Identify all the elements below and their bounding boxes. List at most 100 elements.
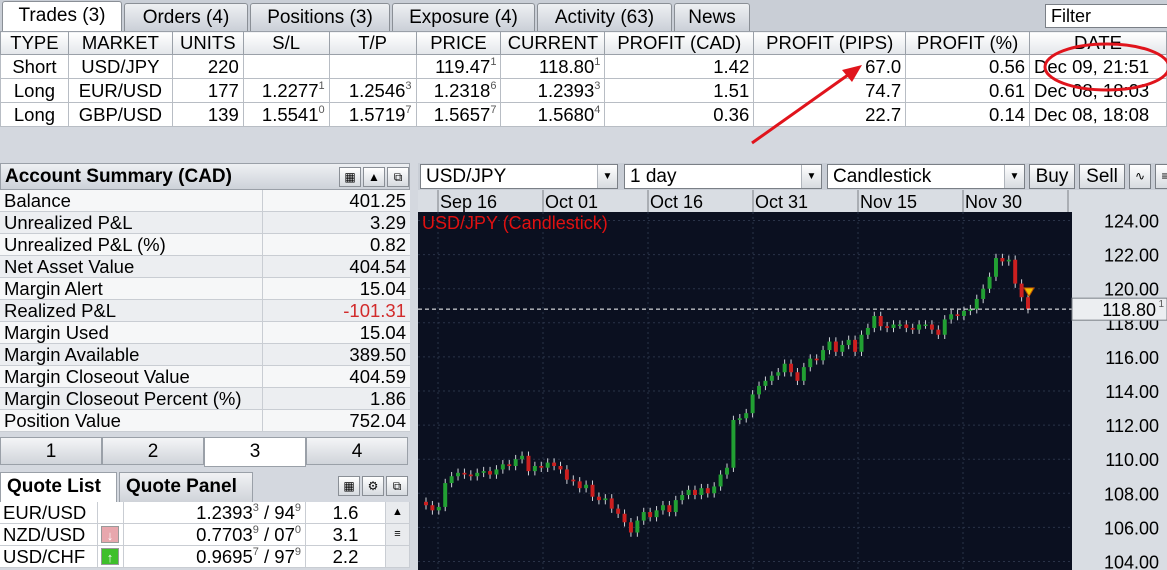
panel-tab-1[interactable]: 1 xyxy=(0,437,102,465)
candle-body xyxy=(897,324,902,327)
account-row-value: 752.04 xyxy=(263,410,410,431)
candle-body xyxy=(507,464,512,467)
collapse-icon[interactable]: ▲ xyxy=(363,167,385,187)
candle-body xyxy=(680,494,685,501)
tab-quote-list[interactable]: Quote List xyxy=(0,472,117,502)
trade-row[interactable]: Long GBP/USD 139 1.55410 1.57197 1.56577 1.568… xyxy=(0,102,1167,127)
tab-activity[interactable]: Activity (63) xyxy=(537,3,672,32)
account-row-value: 404.59 xyxy=(263,366,410,387)
candle-body xyxy=(494,469,499,475)
account-row-value: 15.04 xyxy=(263,322,410,343)
trade-cell-units: 220 xyxy=(171,54,244,79)
candle-body xyxy=(801,367,806,381)
trade-cell-sl: 1.22771 xyxy=(242,78,330,103)
popout-icon[interactable]: ⧉ xyxy=(386,476,408,496)
trade-cell-profit-pips: 67.0 xyxy=(753,54,907,79)
buy-button[interactable]: Buy xyxy=(1029,164,1075,189)
calculator-icon[interactable]: ▦ xyxy=(339,167,361,187)
tab-quote-panel[interactable]: Quote Panel xyxy=(119,472,253,502)
trade-cell-tp: 1.57197 xyxy=(328,102,417,127)
account-row-label: Net Asset Value xyxy=(0,256,263,277)
col-current[interactable]: CURRENT xyxy=(500,31,606,55)
scroll-up-icon[interactable]: ▲ xyxy=(386,502,410,524)
col-market[interactable]: MARKET xyxy=(67,31,173,55)
candle-body xyxy=(622,513,627,523)
tab-trades[interactable]: Trades (3) xyxy=(2,1,122,32)
trade-value: Long xyxy=(13,79,56,101)
candle-body xyxy=(609,498,614,509)
account-row-value: 15.04 xyxy=(263,278,410,299)
instrument-select[interactable]: USD/JPY ▼ xyxy=(420,164,618,189)
tab-exposure[interactable]: Exposure (4) xyxy=(392,3,535,32)
x-tick-label: Nov 30 xyxy=(965,192,1022,212)
account-row: Net Asset Value 404.54 xyxy=(0,256,410,278)
arrow-up-icon: ↑ xyxy=(101,548,119,565)
trade-value: 118.80 xyxy=(539,55,595,77)
timeframe-select[interactable]: 1 day ▼ xyxy=(624,164,822,189)
account-row-label: Balance xyxy=(0,190,263,211)
candle-body xyxy=(577,481,582,489)
popout-icon[interactable]: ⧉ xyxy=(387,167,409,187)
chart-type-select-value: Candlestick xyxy=(833,166,932,187)
quote-bid: 0.7703 xyxy=(196,524,253,545)
candle-body xyxy=(987,276,992,289)
col-profit-pct[interactable]: PROFIT (%) xyxy=(905,31,1031,55)
tab-positions[interactable]: Positions (3) xyxy=(250,3,390,32)
candle-body xyxy=(949,314,954,320)
account-row: Margin Available 389.50 xyxy=(0,344,410,366)
trade-cell-date: Dec 09, 21:51 xyxy=(1029,54,1167,79)
filter-input[interactable]: Filter xyxy=(1045,4,1167,28)
col-price[interactable]: PRICE xyxy=(415,31,502,55)
trade-cell-profit-cad: 1.51 xyxy=(604,78,755,103)
sell-button[interactable]: Sell xyxy=(1079,164,1125,189)
trade-value: Dec 09, 21:51 xyxy=(1034,55,1150,77)
trade-value: Short xyxy=(12,55,57,77)
trade-row[interactable]: Short USD/JPY 220 119.471 118.801 1.42 67.0 0.5… xyxy=(0,54,1167,79)
quote-bid-ask: 1.23933 / 949 xyxy=(124,502,306,524)
account-row: Position Value 752.04 xyxy=(0,410,410,432)
pip-fraction: 9 xyxy=(294,546,301,558)
chart-type-select[interactable]: Candlestick ▼ xyxy=(827,164,1025,189)
quote-row[interactable]: NZD/USD ↓ 0.77039 / 070 3.1 ≡ xyxy=(0,524,410,546)
indicators-icon[interactable]: ∿ xyxy=(1129,164,1151,189)
quote-bid-ask: 0.96957 / 979 xyxy=(124,546,306,568)
col-profit-cad[interactable]: PROFIT (CAD) xyxy=(604,31,755,55)
col-tp[interactable]: T/P xyxy=(328,31,417,55)
scrollbar-track[interactable]: ≡ xyxy=(386,524,410,546)
col-date[interactable]: DATE xyxy=(1029,31,1167,55)
candle-body xyxy=(878,315,883,327)
panel-tab-2[interactable]: 2 xyxy=(102,437,204,465)
settings-icon[interactable]: ≡ xyxy=(1155,164,1167,189)
candle-body xyxy=(468,474,473,477)
quote-row[interactable]: EUR/USD 1.23933 / 949 1.6 ▲ xyxy=(0,502,410,524)
trade-cell-type: Long xyxy=(0,78,69,103)
trade-cell-sl: 1.55410 xyxy=(242,102,330,127)
col-type[interactable]: TYPE xyxy=(0,31,69,55)
gear-icon[interactable]: ⚙ xyxy=(362,476,384,496)
tab-orders[interactable]: Orders (4) xyxy=(124,3,248,32)
pip-fraction: 0 xyxy=(318,103,325,116)
trade-value: 139 xyxy=(207,103,239,125)
quote-row[interactable]: USD/CHF ↑ 0.96957 / 979 2.2 xyxy=(0,546,410,568)
scrollbar-track[interactable] xyxy=(386,546,410,568)
trade-value: 1.51 xyxy=(713,79,750,101)
account-summary-panel: Account Summary (CAD) ▦ ▲ ⧉ Balance 401.2… xyxy=(0,163,410,432)
trade-value: 0.61 xyxy=(989,79,1026,101)
account-row: Margin Used 15.04 xyxy=(0,322,410,344)
calculator-icon[interactable]: ▦ xyxy=(338,476,360,496)
price-chart[interactable]: Sep 16 Oct 01 Oct 16 Oct 31 Nov 15 Nov 30 104.… xyxy=(418,190,1167,570)
col-units[interactable]: UNITS xyxy=(171,31,244,55)
account-row-label: Unrealized P&L (%) xyxy=(0,234,263,255)
candle-body xyxy=(757,385,762,395)
col-sl[interactable]: S/L xyxy=(242,31,330,55)
y-tick-label: 114.00 xyxy=(1105,382,1159,402)
panel-tab-4[interactable]: 4 xyxy=(306,437,408,465)
trade-row[interactable]: Long EUR/USD 177 1.22771 1.25463 1.23186 1.239… xyxy=(0,78,1167,103)
trades-header-row: TYPE MARKET UNITS S/L T/P PRICE CURRENT … xyxy=(0,31,1167,55)
trade-cell-type: Short xyxy=(0,54,69,79)
panel-tab-3[interactable]: 3 xyxy=(204,437,306,467)
tab-news[interactable]: News xyxy=(674,3,750,32)
account-summary-title: Account Summary (CAD) ▦ ▲ ⧉ xyxy=(0,163,410,190)
col-profit-pips[interactable]: PROFIT (PIPS) xyxy=(753,31,907,55)
candle-body xyxy=(424,501,428,506)
